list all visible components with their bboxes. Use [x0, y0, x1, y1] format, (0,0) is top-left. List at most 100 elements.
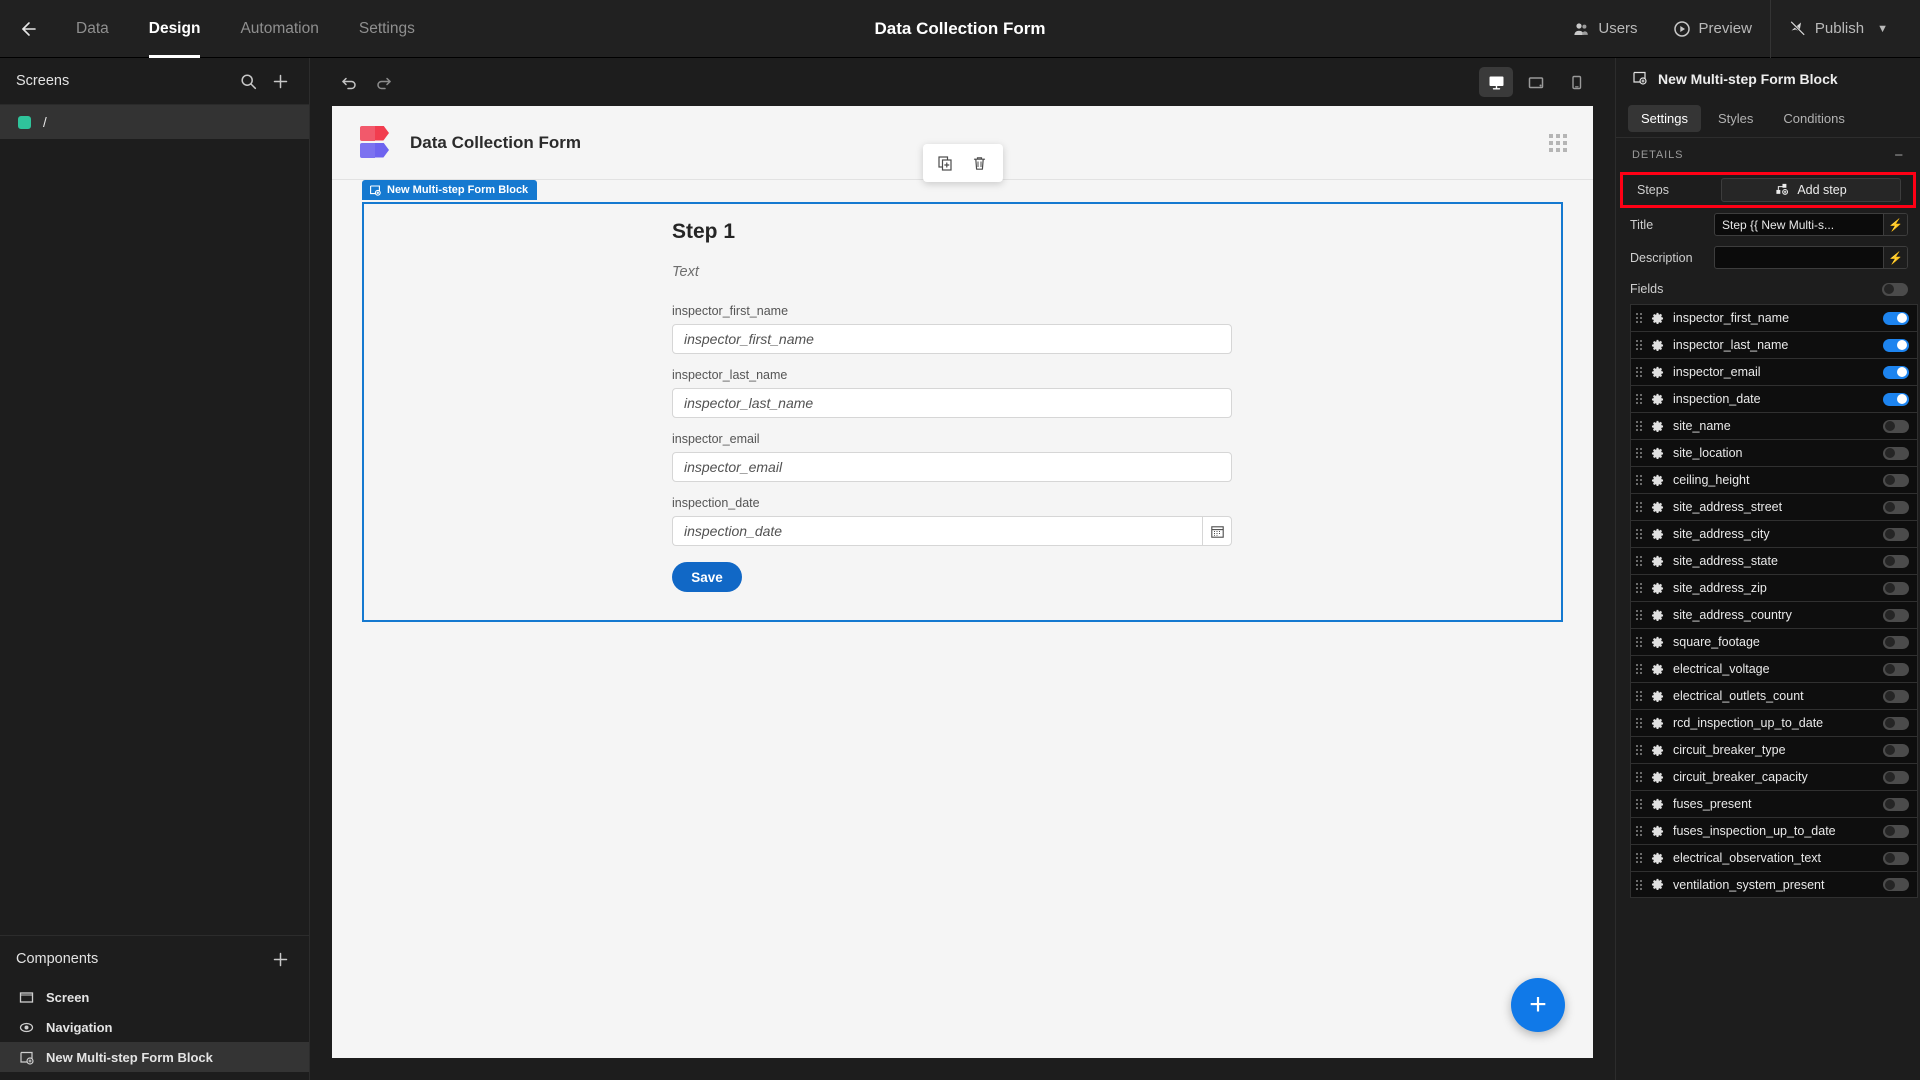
gear-icon[interactable] — [1651, 798, 1664, 811]
gear-icon[interactable] — [1651, 528, 1664, 541]
preview-button[interactable]: Preview — [1656, 0, 1770, 58]
field-row[interactable]: rcd_inspection_up_to_date — [1630, 709, 1918, 736]
field-row-toggle[interactable] — [1883, 825, 1909, 838]
field-row-toggle[interactable] — [1883, 420, 1909, 433]
field-row-toggle[interactable] — [1883, 852, 1909, 865]
drag-handle-icon[interactable] — [1636, 718, 1642, 728]
field-row[interactable]: site_location — [1630, 439, 1918, 466]
form-block-box[interactable]: Step 1 Text inspector_first_name inspect… — [362, 202, 1563, 622]
field-row-toggle[interactable] — [1883, 393, 1909, 406]
drag-handle-icon[interactable] — [1636, 448, 1642, 458]
field-row[interactable]: site_name — [1630, 412, 1918, 439]
field-row-toggle[interactable] — [1883, 555, 1909, 568]
publish-button[interactable]: Publish ▼ — [1771, 0, 1906, 58]
gear-icon[interactable] — [1651, 771, 1664, 784]
gear-icon[interactable] — [1651, 501, 1664, 514]
field-row-toggle[interactable] — [1883, 609, 1909, 622]
drag-handle-icon[interactable] — [1636, 556, 1642, 566]
duplicate-button[interactable] — [931, 148, 961, 178]
gear-icon[interactable] — [1651, 825, 1664, 838]
title-binding-bolt-icon[interactable]: ⚡ — [1883, 214, 1907, 235]
tab-settings-panel[interactable]: Settings — [1628, 105, 1701, 132]
field-row-toggle[interactable] — [1883, 636, 1909, 649]
field-input[interactable]: inspector_email — [672, 452, 1232, 482]
field-row-toggle[interactable] — [1883, 690, 1909, 703]
fields-master-toggle[interactable] — [1882, 283, 1908, 296]
field-row-toggle[interactable] — [1883, 339, 1909, 352]
field-input[interactable]: inspection_date — [672, 516, 1202, 546]
drag-handle-icon[interactable] — [1636, 502, 1642, 512]
drag-handle-icon[interactable] — [1636, 853, 1642, 863]
component-item-navigation[interactable]: Navigation — [0, 1012, 309, 1042]
field-row-toggle[interactable] — [1883, 312, 1909, 325]
tab-data[interactable]: Data — [56, 0, 129, 58]
drag-handle-icon[interactable] — [1636, 529, 1642, 539]
delete-button[interactable] — [965, 148, 995, 178]
field-row-toggle[interactable] — [1883, 798, 1909, 811]
add-component-icon[interactable] — [267, 946, 293, 972]
drag-handle-icon[interactable] — [1636, 745, 1642, 755]
field-row[interactable]: site_address_zip — [1630, 574, 1918, 601]
gear-icon[interactable] — [1651, 878, 1664, 891]
title-input[interactable]: Step {{ New Multi-s... — [1715, 214, 1883, 235]
drag-handle-icon[interactable] — [1636, 664, 1642, 674]
field-row[interactable]: site_address_country — [1630, 601, 1918, 628]
field-row-toggle[interactable] — [1883, 717, 1909, 730]
field-row[interactable]: inspector_last_name — [1630, 331, 1918, 358]
field-row[interactable]: site_address_city — [1630, 520, 1918, 547]
gear-icon[interactable] — [1651, 663, 1664, 676]
tablet-view-button[interactable] — [1519, 67, 1553, 97]
drag-handle-icon[interactable] — [1636, 826, 1642, 836]
search-icon[interactable] — [235, 68, 261, 94]
gear-icon[interactable] — [1651, 447, 1664, 460]
back-button[interactable] — [0, 0, 56, 58]
field-row-toggle[interactable] — [1883, 878, 1909, 891]
gear-icon[interactable] — [1651, 690, 1664, 703]
field-row[interactable]: electrical_observation_text — [1630, 844, 1918, 871]
users-button[interactable]: Users — [1555, 0, 1655, 58]
gear-icon[interactable] — [1651, 474, 1664, 487]
field-row-toggle[interactable] — [1883, 501, 1909, 514]
field-row[interactable]: fuses_present — [1630, 790, 1918, 817]
field-row-toggle[interactable] — [1883, 447, 1909, 460]
drag-handle-icon[interactable] — [1636, 772, 1642, 782]
add-step-button[interactable]: Add step — [1721, 178, 1901, 202]
drag-handle-icon[interactable] — [1549, 134, 1567, 152]
field-input[interactable]: inspector_first_name — [672, 324, 1232, 354]
field-row-toggle[interactable] — [1883, 663, 1909, 676]
field-row[interactable]: square_footage — [1630, 628, 1918, 655]
gear-icon[interactable] — [1651, 744, 1664, 757]
field-row[interactable]: electrical_voltage — [1630, 655, 1918, 682]
gear-icon[interactable] — [1651, 393, 1664, 406]
gear-icon[interactable] — [1651, 555, 1664, 568]
field-row[interactable]: site_address_state — [1630, 547, 1918, 574]
drag-handle-icon[interactable] — [1636, 637, 1642, 647]
gear-icon[interactable] — [1651, 420, 1664, 433]
drag-handle-icon[interactable] — [1636, 475, 1642, 485]
field-row[interactable]: circuit_breaker_type — [1630, 736, 1918, 763]
gear-icon[interactable] — [1651, 582, 1664, 595]
field-row[interactable]: electrical_outlets_count — [1630, 682, 1918, 709]
component-item-multistep-form-block[interactable]: New Multi-step Form Block — [0, 1042, 309, 1072]
description-input[interactable] — [1715, 247, 1883, 268]
field-row[interactable]: inspector_first_name — [1630, 304, 1918, 331]
tab-styles-panel[interactable]: Styles — [1705, 105, 1766, 132]
field-row[interactable]: circuit_breaker_capacity — [1630, 763, 1918, 790]
field-row-toggle[interactable] — [1883, 744, 1909, 757]
field-row[interactable]: site_address_street — [1630, 493, 1918, 520]
drag-handle-icon[interactable] — [1636, 421, 1642, 431]
description-binding-bolt-icon[interactable]: ⚡ — [1883, 247, 1907, 268]
minus-icon[interactable]: − — [1894, 147, 1904, 164]
gear-icon[interactable] — [1651, 852, 1664, 865]
field-row-toggle[interactable] — [1883, 582, 1909, 595]
drag-handle-icon[interactable] — [1636, 583, 1642, 593]
field-input[interactable]: inspector_last_name — [672, 388, 1232, 418]
component-item-screen[interactable]: Screen — [0, 982, 309, 1012]
drag-handle-icon[interactable] — [1636, 313, 1642, 323]
gear-icon[interactable] — [1651, 636, 1664, 649]
gear-icon[interactable] — [1651, 339, 1664, 352]
gear-icon[interactable] — [1651, 312, 1664, 325]
gear-icon[interactable] — [1651, 609, 1664, 622]
add-screen-icon[interactable] — [267, 68, 293, 94]
undo-icon[interactable] — [332, 65, 366, 99]
